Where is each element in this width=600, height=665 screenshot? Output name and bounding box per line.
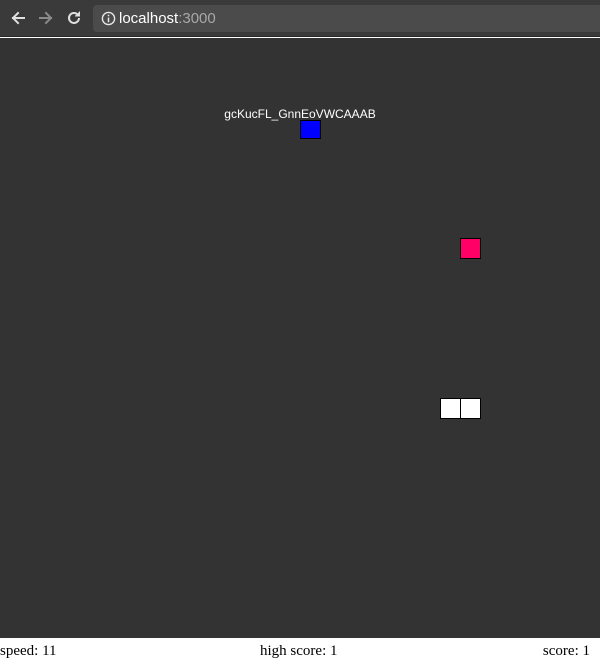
browser-toolbar: localhost:3000: [0, 0, 600, 37]
reload-icon[interactable]: [64, 8, 84, 28]
url-port: :3000: [178, 10, 216, 27]
info-icon[interactable]: [101, 11, 116, 26]
address-bar[interactable]: localhost:3000: [93, 5, 600, 32]
back-arrow-icon[interactable]: [8, 8, 28, 28]
score-label: score: 1: [542, 643, 590, 659]
enemy-snake-cell: [300, 120, 321, 139]
high-score-label: high score: 1: [260, 643, 338, 659]
player-snake-cell: [460, 398, 481, 419]
forward-arrow-icon[interactable]: [36, 8, 56, 28]
player-name-label: gcKucFL_GnnEoVWCAAAB: [224, 107, 376, 121]
player-snake-cell: [440, 398, 461, 419]
url-host: localhost: [119, 10, 179, 27]
food-cell: [460, 238, 481, 259]
speed-label: speed: 11: [0, 643, 57, 659]
game-board[interactable]: gcKucFL_GnnEoVWCAAAB: [0, 38, 600, 638]
url-text: localhost:3000: [119, 9, 216, 28]
status-bar: speed: 11 high score: 1 score: 1: [0, 638, 600, 665]
